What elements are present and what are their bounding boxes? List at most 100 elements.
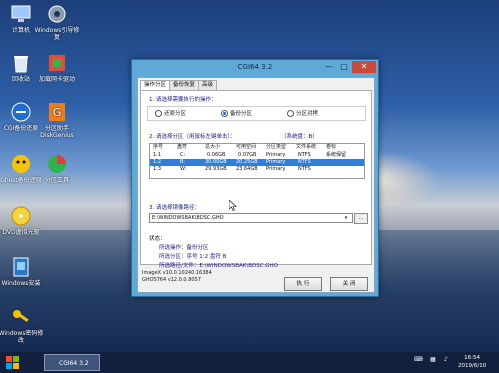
status-partition: 所选分区：序号 1:2 盘符 B <box>159 254 227 260</box>
cell: 20.25GB <box>236 159 258 165</box>
step3-label: 3. 请选择镜像路径： <box>149 205 200 211</box>
desktop-icon-label: DVD虚拟光驱 <box>2 229 40 236</box>
table-header: 序号 盘符 总大小 可用空间 分区类型 文件系统 卷标 <box>150 144 364 151</box>
window-client: 操作分区 备份恢复 高级 1. 请选择需要执行的操作： 还原分区 备份分区 分区对拷… <box>137 77 375 293</box>
cell: 系统保留 <box>326 152 347 158</box>
tab-backup-restore[interactable]: 备份恢复 <box>169 80 200 90</box>
cell: 1:3 <box>153 166 162 172</box>
radio-restore[interactable]: 还原分区 <box>155 109 186 117</box>
minimize-button[interactable]: — <box>322 61 336 73</box>
desktop-icon-label: 分区助手DiskGenius <box>40 125 74 139</box>
image-path-input[interactable]: E:\WINDOWSBAK\BDSC.GHO <box>149 213 353 223</box>
windows-setup-icon <box>10 256 32 278</box>
radio-backup[interactable]: 备份分区 <box>221 109 252 117</box>
cgi-window: CGI64 3.2 — □ ✕ 操作分区 备份恢复 高级 1. 请选择需要执行的操作… <box>131 59 379 297</box>
mouse-cursor-icon <box>229 200 237 211</box>
tab-panel: 1. 请选择需要执行的操作： 还原分区 备份分区 分区对拷 2. 请选择分区（用… <box>140 90 372 269</box>
cell: 0.07GB <box>238 152 257 158</box>
taskbar-clock[interactable]: 16:54 2019/6/10 <box>458 354 486 370</box>
col-free: 可用空间 <box>236 144 257 150</box>
network-driver-icon <box>46 52 68 74</box>
col-label: 卷标 <box>326 144 337 150</box>
desktop-icon-dvd[interactable]: DVD虚拟光驱 <box>0 205 44 236</box>
col-type: 分区类型 <box>266 144 287 150</box>
desktop-icon-label: 回收站 <box>11 76 30 83</box>
tab-partition-ops[interactable]: 操作分区 <box>140 80 171 90</box>
network-icon[interactable]: ▦ <box>430 356 436 363</box>
dvd-drive-icon <box>10 205 32 227</box>
desktop-icon-boot-repair[interactable]: Windows引导修复 <box>34 3 80 41</box>
maximize-button[interactable]: □ <box>337 61 351 73</box>
cell: 0.06GB <box>207 152 226 158</box>
ghost-version: GHOST64 v12.0.0.8057 <box>142 277 201 283</box>
desktop-icon-label: 分区工具 <box>44 177 69 184</box>
close-window-button[interactable]: ✕ <box>352 61 376 73</box>
path-dropdown-button[interactable]: ▾ <box>342 214 350 222</box>
desktop-icon-password[interactable]: Windows密码修改 <box>0 306 44 344</box>
col-fs: 文件系统 <box>296 144 317 150</box>
keyboard-icon[interactable]: ⌨ <box>414 356 423 363</box>
cell: 30.00GB <box>205 159 227 165</box>
cell: Primary <box>266 166 286 172</box>
windows-logo-icon <box>6 356 19 369</box>
cell: Primary <box>266 152 286 158</box>
start-button[interactable] <box>6 356 19 369</box>
diskgenius-icon: G <box>46 101 68 123</box>
cell: 1:1 <box>153 152 162 158</box>
imagex-version: ImageX v10.0.10240.16384 <box>142 270 212 276</box>
table-row[interactable]: 1:1 C: 0.06GB 0.07GB Primary NTFS 系统保留 <box>150 152 364 159</box>
desktop-icon-partition[interactable]: 分区工具 <box>34 153 80 184</box>
partition-tool-icon <box>46 153 68 175</box>
desktop-icon-windows-setup[interactable]: Windows安装 <box>0 256 44 287</box>
cell: 1:2 <box>153 159 162 165</box>
version-info: ImageX v10.0.10240.16384 GHOST64 v12.0.0… <box>142 270 212 284</box>
radio-label: 还原分区 <box>164 111 187 117</box>
cell: 23.64GB <box>236 166 258 172</box>
radio-copy[interactable]: 分区对拷 <box>287 109 318 117</box>
status-path: 所选路径/文件：E:\WINDOWSBAK\BDSC.GHO <box>159 263 279 269</box>
desktop-icon-diskgenius[interactable]: G 分区助手DiskGenius <box>34 101 80 139</box>
tab-advanced[interactable]: 高级 <box>198 80 218 90</box>
cell: W: <box>180 166 187 172</box>
execute-button[interactable]: 执 行 <box>284 277 322 291</box>
recycle-bin-icon <box>10 52 32 74</box>
cell: NTFS <box>298 152 311 158</box>
taskbar: CGI64 3.2 ⌨ ▦ ♪ 16:54 2019/6/10 <box>0 352 499 373</box>
volume-icon[interactable]: ♪ <box>444 356 448 363</box>
system-disk-info: （系统盘：B） <box>281 134 318 140</box>
table-row[interactable]: 1:3 W: 29.93GB 23.64GB Primary NTFS <box>150 166 364 173</box>
radio-label: 备份分区 <box>230 111 253 117</box>
cell: Primary <box>266 159 286 165</box>
svg-text:G: G <box>53 106 62 119</box>
cell: NTFS <box>298 159 311 165</box>
desktop-icon-label: 加载网卡驱动 <box>38 76 75 83</box>
clock-date: 2019/6/10 <box>458 363 487 369</box>
cell: C: <box>180 152 186 158</box>
close-button[interactable]: 关 闭 <box>330 277 368 291</box>
cell: 29.93GB <box>205 166 227 172</box>
taskbar-item-cgi[interactable]: CGI64 3.2 <box>44 354 100 371</box>
step1-label: 1. 请选择需要执行的操作： <box>149 97 217 103</box>
radio-dot <box>155 110 162 117</box>
col-drive: 盘符 <box>177 144 188 150</box>
gear-icon <box>46 3 68 25</box>
radio-dot <box>287 110 294 117</box>
desktop-icon-netdriver[interactable]: 加载网卡驱动 <box>34 52 80 83</box>
cgi-backup-icon <box>10 101 32 123</box>
desktop-icon-label: 计算机 <box>11 27 30 34</box>
browse-button[interactable]: ... <box>354 213 368 224</box>
cell: B: <box>180 159 186 165</box>
clock-time: 16:54 <box>464 355 481 361</box>
window-titlebar[interactable]: CGI64 3.2 — □ ✕ <box>132 60 378 76</box>
key-icon <box>10 306 32 328</box>
table-row-selected[interactable]: 1:2 B: 30.00GB 20.25GB Primary NTFS <box>150 159 364 166</box>
desktop-icon-label: Windows密码修改 <box>0 330 44 344</box>
partition-table: 序号 盘符 总大小 可用空间 分区类型 文件系统 卷标 1:1 C: 0.06G… <box>149 143 365 179</box>
status-title: 状态： <box>149 236 166 242</box>
cell: NTFS <box>298 166 311 172</box>
computer-icon <box>10 3 32 25</box>
col-total: 总大小 <box>205 144 221 150</box>
radio-dot-selected <box>221 110 228 117</box>
desktop-icon-label: Windows引导修复 <box>34 27 80 41</box>
radio-label: 分区对拷 <box>296 111 319 117</box>
